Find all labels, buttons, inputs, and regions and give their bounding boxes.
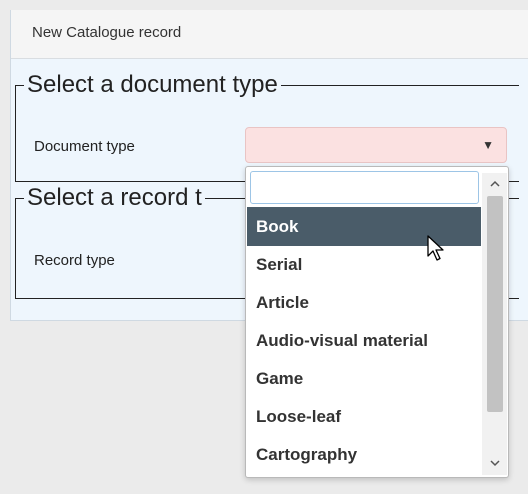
scroll-down-arrow-icon[interactable] bbox=[482, 453, 507, 475]
document-type-label: Document type bbox=[34, 138, 135, 155]
option-cartography[interactable]: Cartography bbox=[247, 436, 481, 474]
caret-down-icon: ▼ bbox=[482, 138, 494, 152]
mouse-pointer-icon bbox=[427, 235, 444, 261]
dropdown-search-input[interactable] bbox=[250, 171, 479, 204]
panel-header: New Catalogue record bbox=[11, 10, 528, 59]
option-loose-leaf[interactable]: Loose-leaf bbox=[247, 398, 481, 436]
option-article[interactable]: Article bbox=[247, 284, 481, 322]
record-type-legend: Select a record t bbox=[27, 184, 202, 211]
option-audio-visual-material[interactable]: Audio-visual material bbox=[247, 322, 481, 360]
page: New Catalogue record Select a document t… bbox=[0, 0, 528, 494]
scrollbar-thumb[interactable] bbox=[487, 196, 503, 412]
document-type-select[interactable]: ▼ bbox=[245, 127, 507, 163]
panel-title: New Catalogue record bbox=[32, 24, 182, 41]
scroll-up-arrow-icon[interactable] bbox=[482, 173, 507, 195]
dropdown-scrollbar[interactable] bbox=[482, 173, 507, 475]
option-game[interactable]: Game bbox=[247, 360, 481, 398]
document-type-legend: Select a document type bbox=[27, 71, 278, 98]
document-type-dropdown: Book Serial Article Audio-visual materia… bbox=[245, 166, 509, 478]
record-type-label: Record type bbox=[34, 252, 115, 269]
